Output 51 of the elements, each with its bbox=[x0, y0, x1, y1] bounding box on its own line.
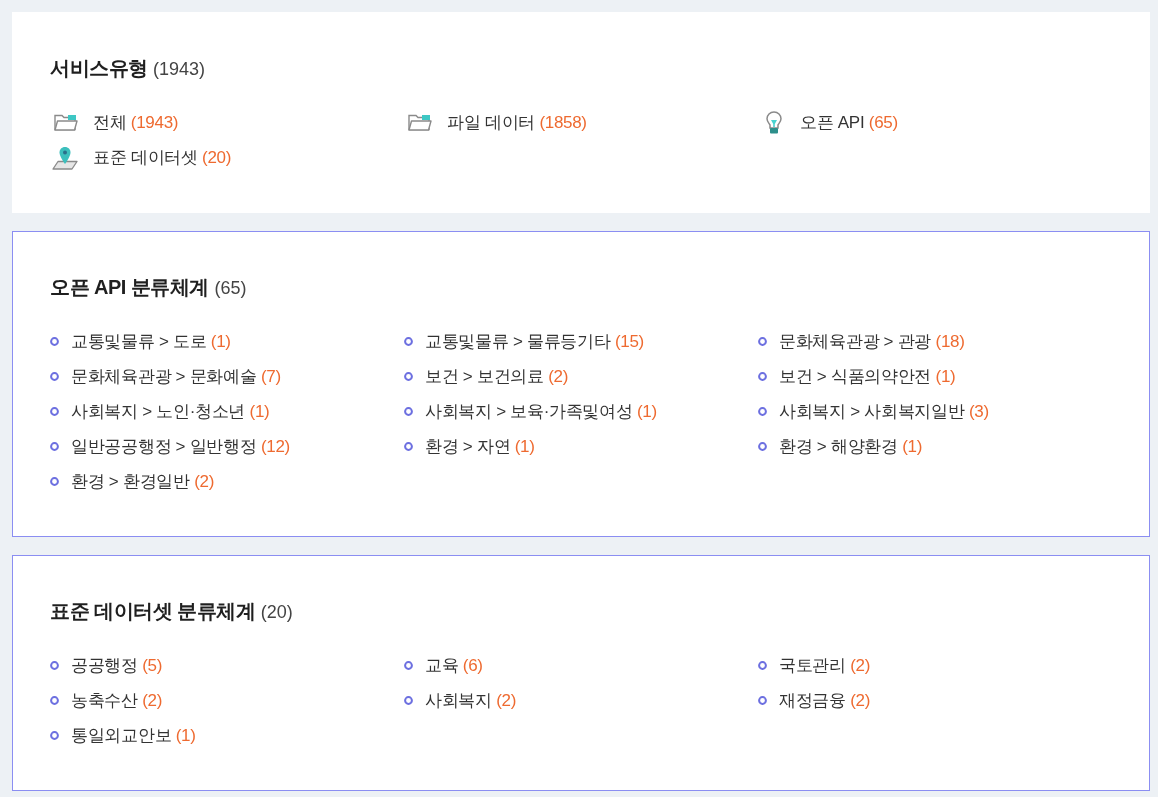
bullet-icon bbox=[50, 661, 59, 670]
category-link[interactable]: 공공행정 (5) bbox=[50, 648, 163, 683]
category-link[interactable]: 보건 > 보건의료 (2) bbox=[404, 359, 568, 394]
bullet-icon bbox=[50, 337, 59, 346]
bullet-icon bbox=[50, 372, 59, 381]
section-title: 오픈 API 분류체계 (65) bbox=[50, 275, 248, 300]
bullet-icon bbox=[50, 731, 59, 740]
category-link[interactable]: 통일외교안보 (1) bbox=[50, 718, 196, 753]
category-link[interactable]: 교통및물류 > 물류등기타 (15) bbox=[404, 324, 644, 359]
bullet-icon bbox=[404, 372, 413, 381]
category-link[interactable]: 재정금융 (2) bbox=[758, 683, 871, 718]
category-link[interactable]: 파일 데이터 (1858) bbox=[404, 105, 587, 140]
bullet-icon bbox=[50, 696, 59, 705]
category-link[interactable]: 농축수산 (2) bbox=[50, 683, 163, 718]
bullet-icon bbox=[404, 661, 413, 670]
category-link[interactable]: 국토관리 (2) bbox=[758, 648, 871, 683]
bullet-icon bbox=[758, 696, 767, 705]
bullet-icon bbox=[404, 407, 413, 416]
category-link[interactable]: 문화체육관광 > 문화예술 (7) bbox=[50, 359, 281, 394]
category-link[interactable]: 일반공공행정 > 일반행정 (12) bbox=[50, 429, 290, 464]
category-link[interactable]: 환경 > 해양환경 (1) bbox=[758, 429, 922, 464]
category-link[interactable]: 전체 (1943) bbox=[50, 105, 179, 140]
bullet-icon bbox=[758, 442, 767, 451]
bullet-icon bbox=[50, 442, 59, 451]
category-link[interactable]: 문화체육관광 > 관광 (18) bbox=[758, 324, 965, 359]
bullet-icon bbox=[404, 696, 413, 705]
bullet-icon bbox=[50, 407, 59, 416]
folder-icon bbox=[54, 114, 78, 131]
bullet-icon bbox=[50, 477, 59, 486]
category-link[interactable]: 환경 > 환경일반 (2) bbox=[50, 464, 214, 499]
bullet-icon bbox=[404, 442, 413, 451]
folder-icon bbox=[408, 114, 432, 131]
category-link[interactable]: 교육 (6) bbox=[404, 648, 483, 683]
category-link[interactable]: 보건 > 식품의약안전 (1) bbox=[758, 359, 956, 394]
section-title: 서비스유형 (1943) bbox=[50, 56, 207, 81]
bullet-icon bbox=[404, 337, 413, 346]
section-title: 표준 데이터셋 분류체계 (20) bbox=[50, 599, 294, 624]
category-link[interactable]: 사회복지 > 보육·가족및여성 (1) bbox=[404, 394, 657, 429]
category-link[interactable]: 표준 데이터셋 (20) bbox=[50, 140, 232, 175]
category-link[interactable]: 오픈 API (65) bbox=[758, 105, 898, 140]
bullet-icon bbox=[758, 337, 767, 346]
bullet-icon bbox=[758, 661, 767, 670]
category-link[interactable]: 환경 > 자연 (1) bbox=[404, 429, 535, 464]
map-pin-icon bbox=[52, 145, 78, 170]
category-link[interactable]: 사회복지 (2) bbox=[404, 683, 517, 718]
bullet-icon bbox=[758, 372, 767, 381]
category-link[interactable]: 사회복지 > 사회복지일반 (3) bbox=[758, 394, 989, 429]
lightbulb-icon bbox=[766, 110, 782, 135]
category-link[interactable]: 사회복지 > 노인·청소년 (1) bbox=[50, 394, 270, 429]
bullet-icon bbox=[758, 407, 767, 416]
category-link[interactable]: 교통및물류 > 도로 (1) bbox=[50, 324, 231, 359]
